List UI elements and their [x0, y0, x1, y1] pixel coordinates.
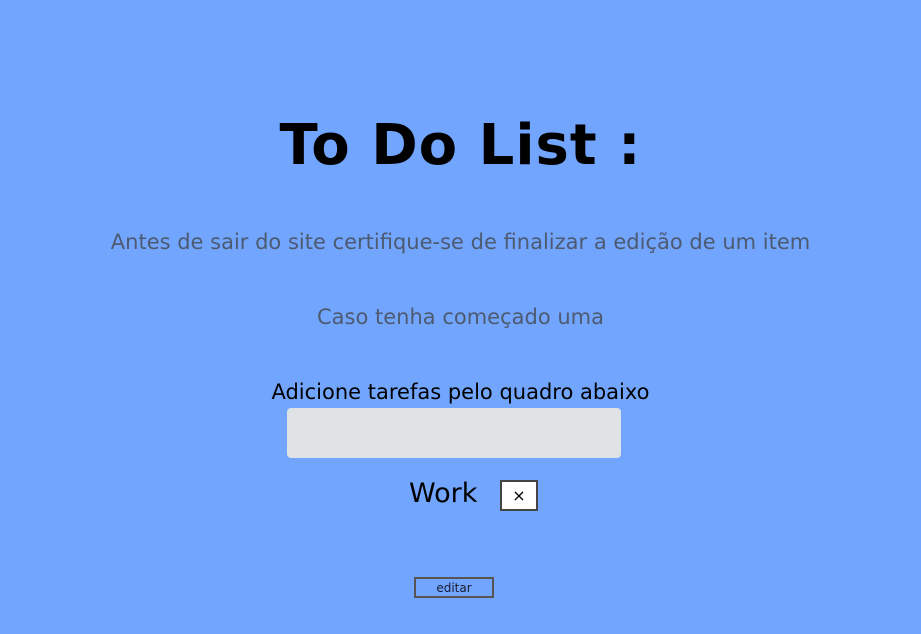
- exit-warning-continuation: Caso tenha começado uma: [317, 305, 604, 329]
- task-input[interactable]: [287, 408, 621, 458]
- task-item: Work ×: [0, 475, 921, 515]
- page-title: To Do List :: [279, 112, 642, 178]
- task-label: Work: [409, 478, 478, 509]
- exit-warning-text: Antes de sair do site certifique-se de f…: [110, 230, 811, 254]
- edit-button[interactable]: editar: [414, 577, 494, 598]
- add-task-instruction: Adicione tarefas pelo quadro abaixo: [271, 380, 650, 404]
- delete-task-button[interactable]: ×: [500, 480, 538, 511]
